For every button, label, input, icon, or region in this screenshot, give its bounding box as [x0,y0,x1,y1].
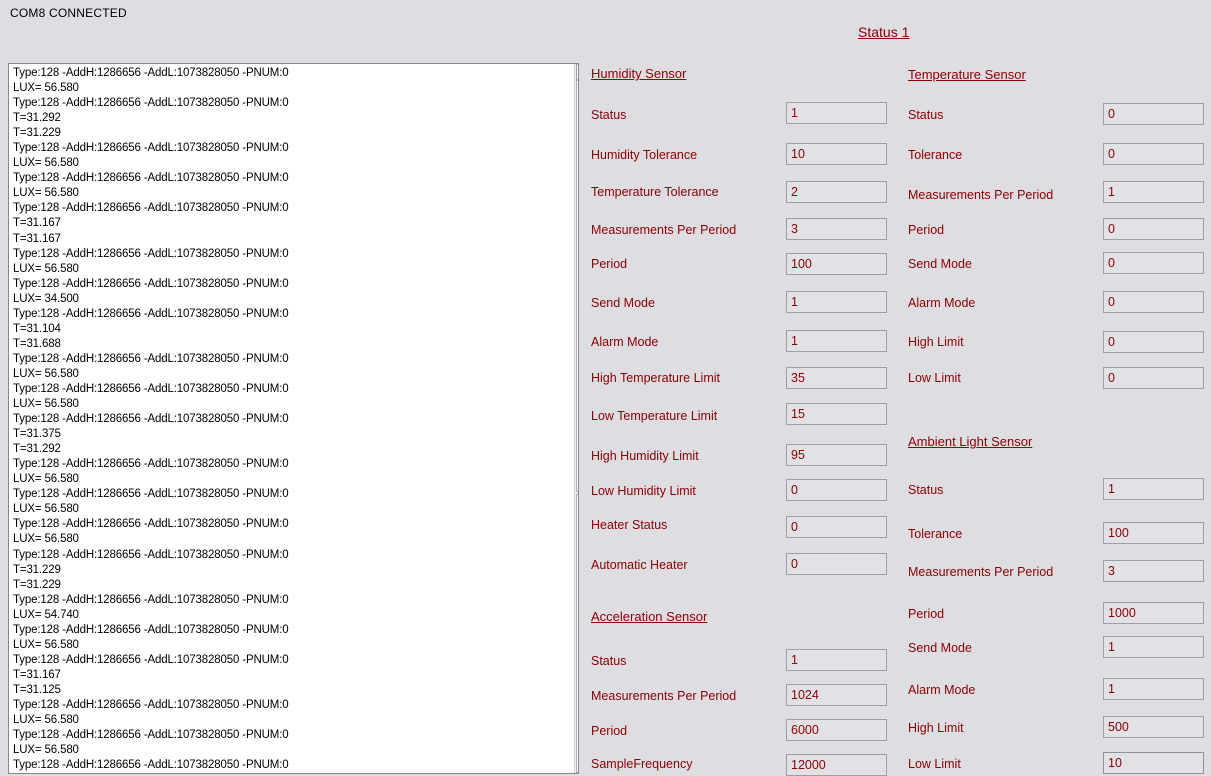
label-temperature-sensor-period: Period [908,223,945,237]
label-temperature-sensor-alarm-mode: Alarm Mode [908,296,976,310]
label-humidity-sensor-send-mode: Send Mode [591,296,655,310]
label-ambient-light-sensor-period: Period [908,607,945,621]
label-temperature-sensor-tolerance: Tolerance [908,148,963,162]
label-humidity-sensor-alarm-mode: Alarm Mode [591,335,659,349]
label-humidity-sensor-measurements-per-period: Measurements Per Period [591,223,737,237]
input-humidity-sensor-high-humidity-limit[interactable] [786,444,887,466]
input-humidity-sensor-high-temperature-limit[interactable] [786,367,887,389]
input-humidity-sensor-low-humidity-limit[interactable] [786,479,887,501]
input-temperature-sensor-status[interactable] [1103,103,1204,125]
label-humidity-sensor-period: Period [591,257,628,271]
label-humidity-sensor-high-humidity-limit: High Humidity Limit [591,449,699,463]
label-temperature-sensor-low-limit: Low Limit [908,371,961,385]
input-humidity-sensor-send-mode[interactable] [786,291,887,313]
label-temperature-sensor-status: Status [908,108,944,122]
label-temperature-sensor-measurements-per-period: Measurements Per Period [908,188,1054,202]
input-acceleration-sensor-samplefrequency[interactable] [786,754,887,776]
label-ambient-light-sensor-status: Status [908,483,944,497]
label-acceleration-sensor-samplefrequency: SampleFrequency [591,757,693,771]
input-acceleration-sensor-status[interactable] [786,649,887,671]
label-humidity-sensor-low-temperature-limit: Low Temperature Limit [591,409,718,423]
serial-log-panel[interactable]: Type:128 -AddH:1286656 -AddL:1073828050 … [8,63,579,774]
label-temperature-sensor-send-mode: Send Mode [908,257,972,271]
label-temperature-sensor-high-limit: High Limit [908,335,964,349]
input-temperature-sensor-high-limit[interactable] [1103,331,1204,353]
input-humidity-sensor-period[interactable] [786,253,887,275]
label-ambient-light-sensor-alarm-mode: Alarm Mode [908,683,976,697]
input-humidity-sensor-alarm-mode[interactable] [786,330,887,352]
input-temperature-sensor-alarm-mode[interactable] [1103,291,1204,313]
input-humidity-sensor-humidity-tolerance[interactable] [786,143,887,165]
input-ambient-light-sensor-period[interactable] [1103,602,1204,624]
label-humidity-sensor-status: Status [591,108,627,122]
label-acceleration-sensor-status: Status [591,654,627,668]
input-humidity-sensor-automatic-heater[interactable] [786,553,887,575]
page-title: Status 1 [858,24,910,40]
input-ambient-light-sensor-tolerance[interactable] [1103,522,1204,544]
input-ambient-light-sensor-status[interactable] [1103,478,1204,500]
connection-status-label: COM8 CONNECTED [10,6,127,20]
serial-log-text: Type:128 -AddH:1286656 -AddL:1073828050 … [13,67,289,772]
label-humidity-sensor-temperature-tolerance: Temperature Tolerance [591,185,719,199]
label-ambient-light-sensor-measurements-per-period: Measurements Per Period [908,565,1054,579]
input-humidity-sensor-status[interactable] [786,102,887,124]
input-temperature-sensor-tolerance[interactable] [1103,143,1204,165]
label-ambient-light-sensor-high-limit: High Limit [908,721,964,735]
label-humidity-sensor-automatic-heater: Automatic Heater [591,558,688,572]
input-humidity-sensor-low-temperature-limit[interactable] [786,403,887,425]
input-ambient-light-sensor-alarm-mode[interactable] [1103,678,1204,700]
label-ambient-light-sensor-send-mode: Send Mode [908,641,972,655]
section-title-ambient-light-sensor: Ambient Light Sensor [908,434,1033,449]
input-ambient-light-sensor-send-mode[interactable] [1103,636,1204,658]
scrollbar-thumb-upper[interactable] [576,80,578,492]
input-temperature-sensor-send-mode[interactable] [1103,252,1204,274]
label-humidity-sensor-heater-status: Heater Status [591,518,668,532]
section-title-acceleration-sensor: Acceleration Sensor [591,609,708,624]
input-temperature-sensor-period[interactable] [1103,218,1204,240]
label-humidity-sensor-low-humidity-limit: Low Humidity Limit [591,484,696,498]
label-humidity-sensor-humidity-tolerance: Humidity Tolerance [591,148,698,162]
label-acceleration-sensor-measurements-per-period: Measurements Per Period [591,689,737,703]
log-vertical-scrollbar[interactable] [574,64,578,773]
input-acceleration-sensor-measurements-per-period[interactable] [786,684,887,706]
input-temperature-sensor-measurements-per-period[interactable] [1103,181,1204,203]
section-title-temperature-sensor: Temperature Sensor [908,67,1026,82]
scroll-up-button[interactable] [576,64,578,80]
input-humidity-sensor-measurements-per-period[interactable] [786,218,887,240]
label-ambient-light-sensor-low-limit: Low Limit [908,757,961,771]
label-acceleration-sensor-period: Period [591,724,628,738]
label-humidity-sensor-high-temperature-limit: High Temperature Limit [591,371,720,385]
input-humidity-sensor-heater-status[interactable] [786,516,887,538]
input-humidity-sensor-temperature-tolerance[interactable] [786,181,887,203]
section-title-humidity-sensor: Humidity Sensor [591,66,687,81]
input-temperature-sensor-low-limit[interactable] [1103,367,1204,389]
input-acceleration-sensor-period[interactable] [786,719,887,741]
scrollbar-thumb-lower[interactable] [576,494,578,773]
input-ambient-light-sensor-low-limit[interactable] [1103,752,1204,774]
input-ambient-light-sensor-measurements-per-period[interactable] [1103,560,1204,582]
input-ambient-light-sensor-high-limit[interactable] [1103,716,1204,738]
label-ambient-light-sensor-tolerance: Tolerance [908,527,963,541]
